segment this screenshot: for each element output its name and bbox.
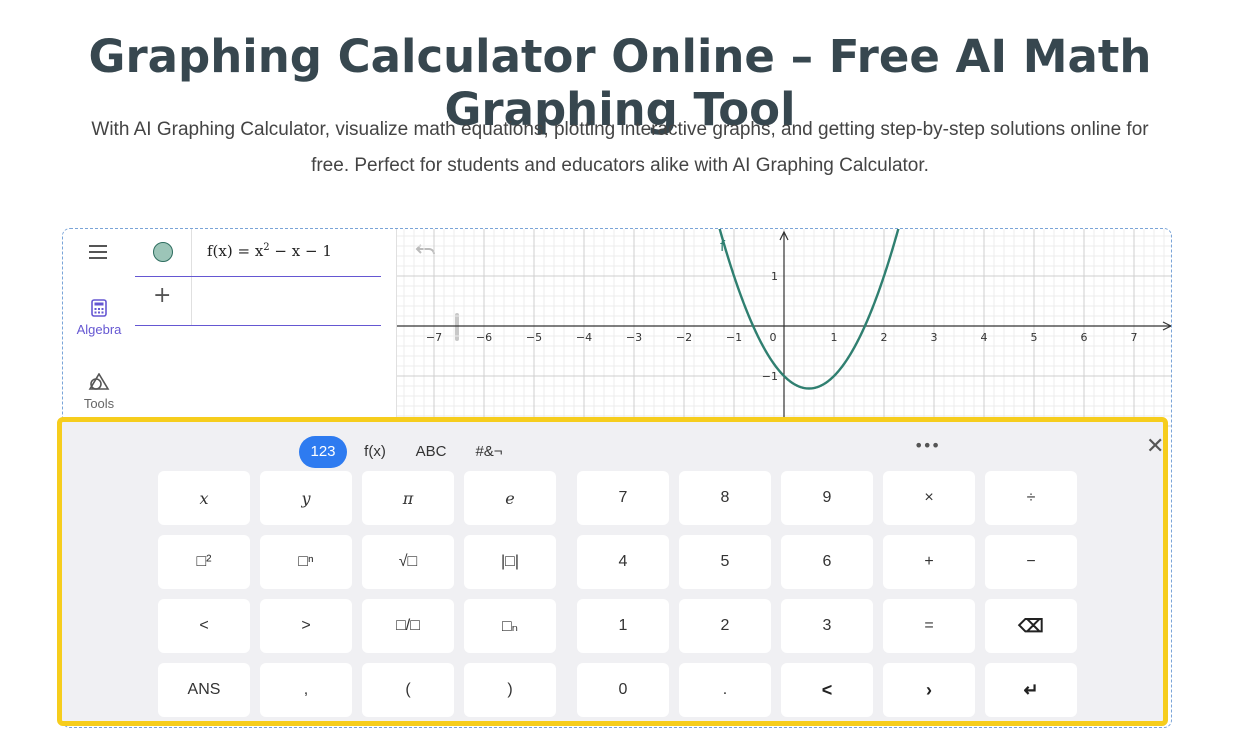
tab-functions[interactable]: f(x) (355, 436, 395, 468)
x-tick-label: 6 (1081, 331, 1088, 344)
key-divide[interactable]: ÷ (985, 471, 1077, 525)
key-plus[interactable]: + (883, 535, 975, 589)
cursor-right-key[interactable]: › (883, 663, 975, 717)
key-decimal[interactable]: . (679, 663, 771, 717)
key-2[interactable]: 2 (679, 599, 771, 653)
x-tick-label: 2 (881, 331, 888, 344)
key-y[interactable]: y (260, 471, 352, 525)
tab-letters[interactable]: ABC (410, 436, 452, 468)
algebra-new-row[interactable]: + (135, 277, 381, 326)
key-power[interactable]: □ⁿ (260, 535, 352, 589)
algebra-panel: f(x) = x2 − x − 1 + (135, 229, 459, 429)
x-tick-label: 4 (981, 331, 988, 344)
sidebar-item-label: Tools (83, 396, 115, 411)
shapes-icon (88, 372, 110, 390)
more-options-icon[interactable]: ••• (914, 436, 940, 455)
key-fraction[interactable]: □/□ (362, 599, 454, 653)
page-subtitle: With AI Graphing Calculator, visualize m… (60, 112, 1180, 184)
subtitle-line-1: With AI Graphing Calculator, visualize m… (91, 119, 1149, 140)
graphics-view[interactable]: −7 −6 −5 −4 −3 −2 −1 0 1 2 3 4 5 6 71−1f (397, 229, 1172, 429)
key-3[interactable]: 3 (781, 599, 873, 653)
x-tick-label: 0 (770, 331, 777, 344)
tab-numbers[interactable]: 123 (299, 436, 347, 468)
enter-key[interactable]: ↵ (985, 663, 1077, 717)
backspace-key[interactable]: ⌫ (985, 599, 1077, 653)
subtitle-line-2: free. Perfect for students and educators… (311, 155, 929, 176)
sidebar-item-tools[interactable]: Tools (63, 372, 135, 411)
key-comma[interactable]: , (260, 663, 352, 717)
sidebar-item-algebra[interactable]: Algebra (63, 299, 135, 337)
key-subscript[interactable]: □ₙ (464, 599, 556, 653)
key-e[interactable]: e (464, 471, 556, 525)
cursor-left-key[interactable]: < (781, 663, 873, 717)
key-equals[interactable]: = (883, 599, 975, 653)
key-x[interactable]: x (158, 471, 250, 525)
virtual-keyboard: 123 f(x) ABC #&¬ ••• ✕ x y π e 7 8 9 × ÷ □² □ⁿ √□ |□… (57, 417, 1168, 726)
x-tick-label: −1 (726, 331, 742, 344)
sidebar-item-label: Algebra (76, 322, 122, 337)
key-8[interactable]: 8 (679, 471, 771, 525)
tab-symbols[interactable]: #&¬ (468, 436, 510, 468)
key-square[interactable]: □² (158, 535, 250, 589)
x-tick-label: −4 (576, 331, 592, 344)
keyboard-tabs: 123 f(x) ABC #&¬ (62, 436, 1163, 468)
y-tick-label: −1 (762, 370, 778, 383)
key-close-paren[interactable]: ) (464, 663, 556, 717)
key-4[interactable]: 4 (577, 535, 669, 589)
key-pi[interactable]: π (362, 471, 454, 525)
close-keyboard-icon[interactable]: ✕ (1146, 434, 1164, 459)
x-tick-label: 1 (831, 331, 838, 344)
calculator-icon (91, 299, 107, 317)
key-0[interactable]: 0 (577, 663, 669, 717)
key-abs[interactable]: |□| (464, 535, 556, 589)
key-6[interactable]: 6 (781, 535, 873, 589)
key-5[interactable]: 5 (679, 535, 771, 589)
visibility-toggle[interactable] (153, 242, 173, 262)
left-toolbar: Algebra Tools (63, 229, 135, 429)
key-greater-than[interactable]: > (260, 599, 352, 653)
key-multiply[interactable]: × (883, 471, 975, 525)
x-tick-label: −6 (476, 331, 492, 344)
x-tick-label: 7 (1131, 331, 1138, 344)
key-9[interactable]: 9 (781, 471, 873, 525)
x-tick-label: 3 (931, 331, 938, 344)
key-ans[interactable]: ANS (158, 663, 250, 717)
function-expression[interactable]: f(x) = x2 − x − 1 (207, 242, 332, 260)
key-less-than[interactable]: < (158, 599, 250, 653)
add-item-button[interactable]: + (153, 283, 171, 308)
algebra-input-row[interactable]: f(x) = x2 − x − 1 (135, 229, 381, 277)
key-1[interactable]: 1 (577, 599, 669, 653)
key-minus[interactable]: − (985, 535, 1077, 589)
key-open-paren[interactable]: ( (362, 663, 454, 717)
key-sqrt[interactable]: √□ (362, 535, 454, 589)
x-tick-label: −2 (676, 331, 692, 344)
y-tick-label: 1 (771, 270, 778, 283)
hamburger-menu-icon[interactable] (89, 243, 109, 259)
key-7[interactable]: 7 (577, 471, 669, 525)
x-tick-label: −5 (526, 331, 542, 344)
x-tick-label: −3 (626, 331, 642, 344)
x-tick-label: 5 (1031, 331, 1038, 344)
x-tick-label: −7 (426, 331, 442, 344)
